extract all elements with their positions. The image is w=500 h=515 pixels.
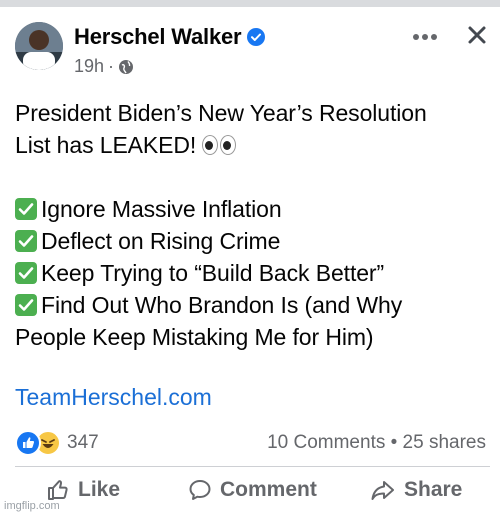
post-link[interactable]: TeamHerschel.com bbox=[15, 384, 212, 411]
list-item: Find Out Who Brandon Is (and Why bbox=[15, 289, 490, 321]
author-name[interactable]: Herschel Walker bbox=[74, 24, 242, 50]
like-button[interactable]: Like bbox=[46, 478, 120, 502]
reactions-count: 347 bbox=[67, 432, 99, 453]
watermark: imgflip.com bbox=[4, 500, 60, 512]
share-arrow-icon bbox=[371, 481, 394, 500]
engagement-stats: 347 10 Comments • 25 shares bbox=[15, 428, 490, 458]
list-item: Keep Trying to “Build Back Better” bbox=[15, 257, 490, 289]
comments-shares[interactable]: 10 Comments • 25 shares bbox=[267, 432, 486, 454]
post-body: President Biden’s New Year’s Resolution … bbox=[15, 97, 490, 353]
list-item-text: People Keep Mistaking Me for Him) bbox=[15, 324, 374, 350]
post-text-line: President Biden’s New Year’s Resolution bbox=[15, 97, 490, 129]
post-text: List has LEAKED! bbox=[15, 132, 197, 158]
author-row: Herschel Walker bbox=[74, 24, 266, 50]
thumbs-up-icon bbox=[48, 480, 68, 500]
post-time[interactable]: 19h bbox=[74, 56, 104, 77]
share-button[interactable]: Share bbox=[370, 478, 462, 502]
close-icon bbox=[468, 26, 486, 44]
check-emoji bbox=[15, 198, 37, 220]
check-emoji bbox=[15, 262, 37, 284]
reactions-summary[interactable]: 347 bbox=[15, 430, 99, 456]
more-horizontal-icon bbox=[413, 34, 437, 40]
list-item: Ignore Massive Inflation bbox=[15, 193, 490, 225]
action-bar: Like Comment Share bbox=[0, 478, 500, 514]
comment-button[interactable]: Comment bbox=[188, 478, 317, 502]
list-item-text: Ignore Massive Inflation bbox=[41, 196, 282, 222]
divider bbox=[15, 466, 490, 467]
like-reaction-icon bbox=[15, 430, 41, 456]
globe-icon bbox=[118, 59, 134, 75]
post-meta: 19h · bbox=[74, 56, 134, 77]
meta-separator: · bbox=[108, 56, 115, 76]
top-bar bbox=[0, 0, 500, 7]
list-item-text: Find Out Who Brandon Is (and Why bbox=[41, 292, 403, 318]
check-emoji bbox=[15, 230, 37, 252]
list-item-text: Keep Trying to “Build Back Better” bbox=[41, 260, 385, 286]
post-text-line: List has LEAKED! bbox=[15, 129, 490, 161]
post-text: President Biden’s New Year’s Resolution bbox=[15, 100, 427, 126]
verified-badge-icon bbox=[247, 28, 266, 46]
comment-bubble-icon bbox=[189, 480, 211, 500]
post-header: Herschel Walker 19h · bbox=[15, 18, 490, 80]
comment-label: Comment bbox=[220, 478, 317, 501]
close-button[interactable] bbox=[460, 18, 494, 52]
eyes-emoji bbox=[202, 135, 238, 155]
list-item: Deflect on Rising Crime bbox=[15, 225, 490, 257]
more-options-button[interactable] bbox=[408, 20, 442, 54]
share-label: Share bbox=[404, 478, 463, 501]
avatar[interactable] bbox=[15, 22, 63, 70]
list-item-text: Deflect on Rising Crime bbox=[41, 228, 281, 254]
check-emoji bbox=[15, 294, 37, 316]
like-label: Like bbox=[78, 478, 121, 501]
list-item-continuation: People Keep Mistaking Me for Him) bbox=[15, 321, 490, 353]
